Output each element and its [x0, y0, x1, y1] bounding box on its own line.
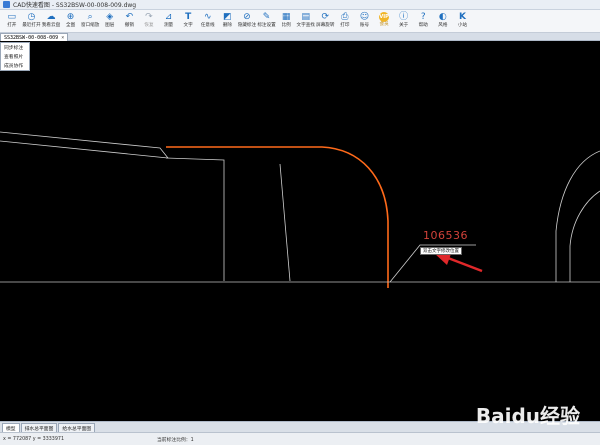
watermark-logo: Baidu经验: [475, 404, 580, 428]
drawing-canvas[interactable]: [0, 41, 600, 421]
help-icon: ?: [420, 12, 426, 22]
about-button[interactable]: ⓘ 关于: [394, 10, 414, 33]
freeline-button[interactable]: ∿ 任意线: [198, 10, 218, 33]
style-button[interactable]: ◐ 风格: [433, 10, 453, 33]
station-button[interactable]: K 小站: [453, 10, 473, 33]
drawing-line: [0, 131, 169, 159]
scale-icon: ▦: [281, 12, 291, 22]
drawing-line: [279, 163, 291, 282]
account-button[interactable]: ☺ 账号: [355, 10, 375, 33]
account-icon: ☺: [359, 12, 370, 22]
menu-item-view-photo[interactable]: 查看照片: [1, 52, 29, 61]
recent-button[interactable]: ◷ 最近打开: [22, 10, 42, 33]
text-search-button[interactable]: ▤ 文字查找: [296, 10, 316, 33]
menu-item-collaboration[interactable]: 成员协作: [1, 61, 29, 70]
cloud-icon: ☁: [46, 12, 56, 22]
hide-annotation-button[interactable]: ⊘ 隐藏标注: [237, 10, 257, 33]
text-button[interactable]: T 文字: [178, 10, 198, 33]
coordinate-readout: x = 772087 y = 3333971: [3, 436, 65, 442]
pointer-arrow: [447, 256, 483, 273]
rotate-screen-button[interactable]: ⟳ 屏幕旋转: [316, 10, 336, 33]
cloud-button[interactable]: ☁ 我看云盘: [41, 10, 61, 33]
measure-icon: ⊿: [164, 12, 173, 22]
eraser-icon: ◩: [223, 12, 232, 22]
folder-icon: ▭: [7, 12, 17, 22]
freeline-icon: ∿: [203, 12, 212, 22]
about-icon: ⓘ: [399, 12, 409, 22]
menu-item-sync-annotation[interactable]: 同步标注: [1, 43, 29, 52]
context-menu: 同步标注 查看照片 成员协作: [0, 42, 30, 71]
delete-button[interactable]: ◩ 删除: [218, 10, 238, 33]
history-icon: ◷: [27, 12, 36, 22]
edit-tooltip: 双击文字修改位置: [420, 247, 462, 255]
drawing-arc: [569, 190, 600, 282]
open-button[interactable]: ▭ 打开: [2, 10, 22, 33]
measure-button[interactable]: ⊿ 测量: [159, 10, 179, 33]
drawing-line: [165, 157, 225, 281]
document-tab-label: SS32BSW-00-008-009: [4, 34, 59, 41]
text-icon: T: [185, 12, 192, 22]
annotation-scale: 当前标注比例：1: [157, 437, 194, 443]
full-extent-icon: ⊕: [66, 12, 75, 22]
highlighted-curve: [166, 146, 389, 288]
text-search-icon: ▤: [301, 12, 310, 22]
rotate-screen-icon: ⟳: [321, 12, 330, 22]
redo-icon: ↷: [145, 12, 153, 22]
title-bar: CAD快速看图 - SS32BSW-00-008-009.dwg: [0, 0, 600, 10]
window-zoom-button[interactable]: ⌕ 窗口缩放: [80, 10, 100, 33]
tab-water-supply-plan[interactable]: 给水总平面图: [58, 423, 96, 432]
undo-button[interactable]: ↶ 撤销: [120, 10, 140, 33]
vip-icon: VIP: [379, 12, 390, 22]
layers-icon: ◈: [106, 12, 114, 22]
scale-button[interactable]: ▦ 比例: [276, 10, 296, 33]
print-icon: ⎙: [341, 12, 349, 22]
app-logo-icon: [3, 1, 10, 8]
drawing-svg: [0, 131, 600, 288]
tab-model[interactable]: 模型: [2, 423, 20, 432]
style-icon: ◐: [438, 12, 447, 22]
redo-button[interactable]: ↷ 恢复: [139, 10, 159, 33]
window-zoom-icon: ⌕: [87, 12, 93, 22]
undo-icon: ↶: [125, 12, 134, 22]
close-icon[interactable]: ×: [61, 35, 64, 41]
annotation-settings-icon: ✎: [262, 12, 271, 22]
full-extent-button[interactable]: ⊕ 全图: [61, 10, 81, 33]
document-tab-bar: SS32BSW-00-008-009 ×: [0, 33, 600, 41]
dimension-text[interactable]: 106536: [423, 229, 468, 242]
status-bar: x = 772087 y = 3333971 当前标注比例：1: [0, 432, 600, 445]
print-button[interactable]: ⎙ 打印: [335, 10, 355, 33]
document-tab[interactable]: SS32BSW-00-008-009 ×: [0, 33, 69, 41]
layers-button[interactable]: ◈ 图层: [100, 10, 120, 33]
main-toolbar: ▭ 打开 ◷ 最近打开 ☁ 我看云盘 ⊕ 全图 ⌕ 窗口缩放 ◈ 图层 ↶ 撤销 ↷ 恢复 ⊿ 测…: [0, 10, 600, 33]
annotation-settings-button[interactable]: ✎ 标注设置: [257, 10, 277, 33]
station-icon: K: [458, 12, 466, 22]
vip-button[interactable]: VIP 会员: [374, 10, 394, 33]
help-button[interactable]: ? 帮助: [413, 10, 433, 33]
hide-annotation-icon: ⊘: [243, 12, 251, 22]
tab-drainage-plan[interactable]: 排水总平面图: [20, 423, 58, 432]
window-title: CAD快速看图 - SS32BSW-00-008-009.dwg: [13, 2, 137, 9]
